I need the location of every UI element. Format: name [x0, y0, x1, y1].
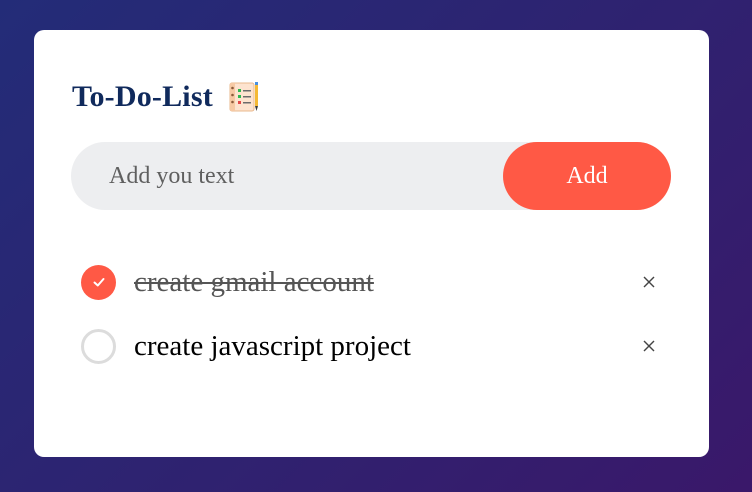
close-icon[interactable] — [637, 270, 661, 294]
task-input[interactable] — [71, 142, 501, 210]
task-list: create gmail account create javascript p… — [81, 250, 661, 378]
add-task-form: Add — [71, 142, 671, 210]
task-text: create javascript project — [134, 329, 411, 362]
header: To-Do-List — [72, 80, 261, 114]
task-item[interactable]: create gmail account — [81, 250, 661, 314]
close-icon[interactable] — [637, 334, 661, 358]
todo-card: To-Do-List Add you text Add create gmail… — [34, 30, 709, 457]
page-title: To-Do-List — [72, 80, 213, 113]
add-button[interactable]: Add — [503, 142, 671, 210]
check-icon — [93, 278, 104, 287]
task-text: create gmail account — [134, 265, 374, 298]
task-item[interactable]: create javascript project — [81, 314, 661, 378]
checkbox[interactable] — [81, 328, 116, 364]
notepad-checklist-icon — [227, 80, 261, 114]
checkbox[interactable] — [81, 264, 116, 300]
